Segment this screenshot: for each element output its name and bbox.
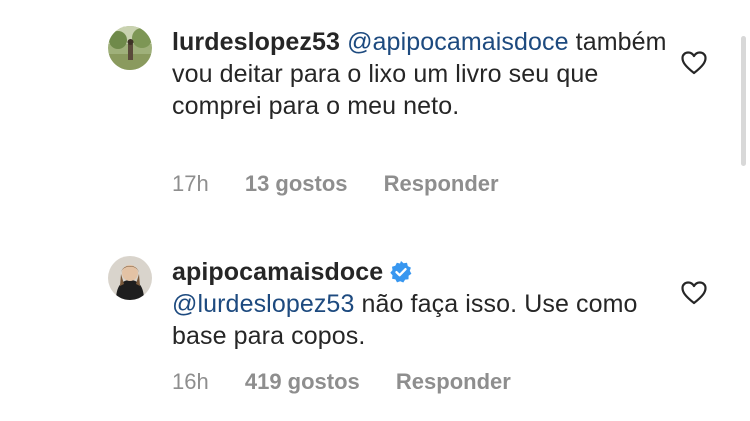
comment-text: apipocamaisdoce @lurdeslopez53 não faça …: [172, 256, 670, 352]
heart-outline-icon[interactable]: [681, 281, 707, 305]
heart-outline-icon[interactable]: [681, 51, 707, 75]
reply-button[interactable]: Responder: [384, 171, 499, 196]
comment-time: 17h: [172, 171, 209, 196]
avatar[interactable]: [108, 26, 152, 70]
comment-likes[interactable]: 13 gostos: [245, 171, 348, 196]
comment-text: lurdeslopez53 @apipocamaisdoce também vo…: [172, 26, 670, 122]
comment-username[interactable]: lurdeslopez53: [172, 28, 340, 56]
scrollbar[interactable]: [741, 36, 746, 166]
comment-meta: 17h 13 gostos Responder: [172, 171, 529, 197]
comment-mention[interactable]: @apipocamaisdoce: [347, 28, 569, 56]
comment-time: 16h: [172, 369, 209, 394]
reply-button[interactable]: Responder: [396, 369, 511, 394]
verified-badge-icon: [390, 261, 412, 283]
comment-meta: 16h 419 gostos Responder: [172, 369, 541, 395]
comment-likes[interactable]: 419 gostos: [245, 369, 360, 394]
comment-username[interactable]: apipocamaisdoce: [172, 258, 383, 286]
comment-mention[interactable]: @lurdeslopez53: [172, 290, 354, 318]
avatar[interactable]: [108, 256, 152, 300]
